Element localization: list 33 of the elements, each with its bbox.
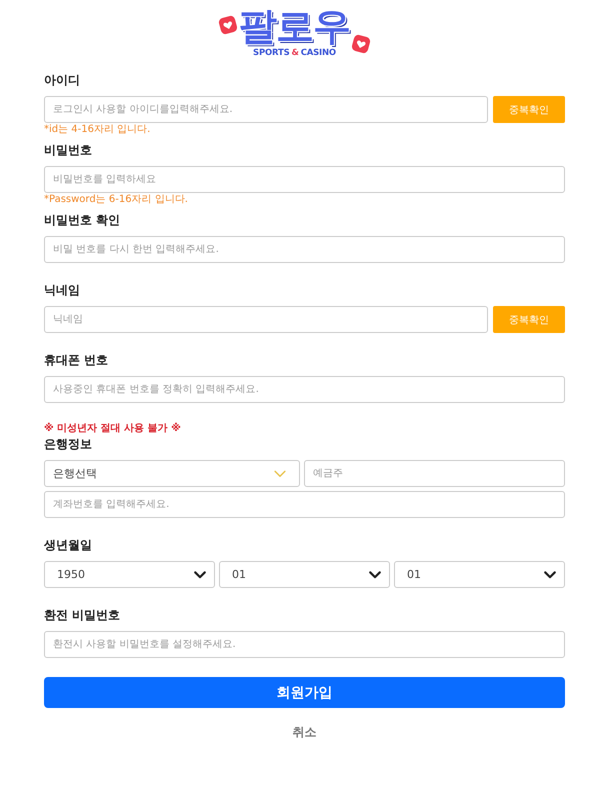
warning-text: ※ 미성년자 절대 사용 불가 ※ <box>44 422 182 436</box>
input-field[interactable]: 계좌번호를 입력해주세요. <box>44 491 565 518</box>
input-field[interactable]: 닉네임 <box>44 306 488 333</box>
field-label: 생년월일 <box>44 537 93 553</box>
day-select[interactable]: 01 <box>394 561 565 588</box>
logo-tagline: SPORTS <box>253 47 290 59</box>
field-label: 은행정보 <box>44 436 93 452</box>
logo-ampersand: & <box>292 47 299 59</box>
field-label: 휴대폰 번호 <box>44 352 110 368</box>
signup-button[interactable]: 회원가입 <box>44 677 565 708</box>
hint-text: *id는 4-16자리 입니다. <box>44 123 152 137</box>
logo-title: 팔로우 <box>239 5 350 47</box>
bank-select[interactable]: 은행선택 <box>44 460 300 487</box>
input-field[interactable]: 비밀 번호를 다시 한번 입력해주세요. <box>44 236 565 263</box>
chevron-down-icon <box>369 570 381 578</box>
field-label: 환전 비밀번호 <box>44 607 122 623</box>
month-select[interactable]: 01 <box>219 561 390 588</box>
field-label: 닉네임 <box>44 282 81 298</box>
field-label: 비밀번호 확인 <box>44 212 122 228</box>
input-field[interactable]: 환전시 사용할 비밀번호를 설정해주세요. <box>44 631 565 658</box>
input-field[interactable]: 로그인시 사용할 아이디를입력해주세요. <box>44 96 488 123</box>
field-label: 비밀번호 <box>44 142 93 158</box>
chevron-down-icon <box>544 570 556 578</box>
input-field[interactable]: 비밀번호를 입력하세요 <box>44 166 565 193</box>
year-select[interactable]: 1950 <box>44 561 215 588</box>
chevron-down-icon <box>194 570 206 578</box>
input-field[interactable]: 사용중인 휴대폰 번호를 정확히 입력해주세요. <box>44 376 565 403</box>
input-field[interactable]: 예금주 <box>304 460 565 487</box>
chevron-down-icon <box>273 470 287 478</box>
field-label: 아이디 <box>44 72 81 88</box>
hint-text: *Password는 6-16자리 입니다. <box>44 193 189 207</box>
cancel-button[interactable]: 취소 <box>288 722 320 742</box>
logo-tagline: CASINO <box>300 47 336 59</box>
